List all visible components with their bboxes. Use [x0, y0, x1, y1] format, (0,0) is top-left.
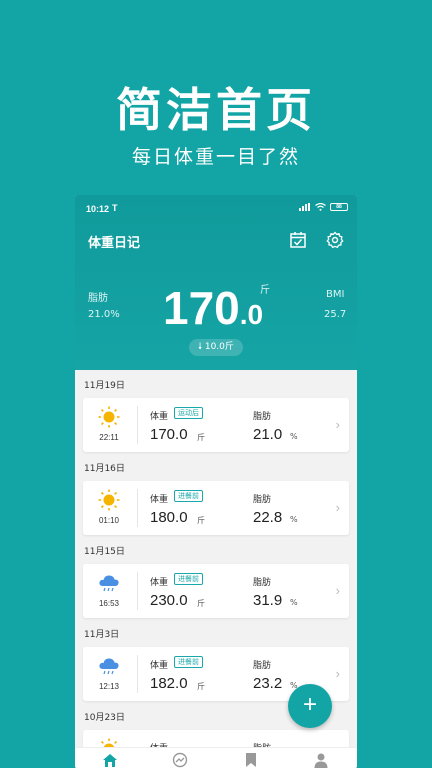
- status-time: 10:12: [86, 204, 110, 214]
- record-time: 01:10: [98, 516, 120, 525]
- date-label: 10月23日: [84, 713, 125, 723]
- app-title: 体重日记: [88, 236, 141, 251]
- record-weight: 170.0: [150, 426, 188, 443]
- record-fat-unit: %: [290, 432, 298, 441]
- wifi-icon: [315, 203, 326, 211]
- record-weight-unit: 斤: [197, 599, 205, 608]
- chevron-right-icon: ›: [335, 583, 340, 598]
- header-panel: 10:12 T 88 体重日记 脂肪 21.0% 170.0 斤 BMI 25.…: [75, 195, 357, 370]
- fat-label: 脂肪: [253, 661, 272, 671]
- status-icons: 88: [299, 203, 348, 211]
- record-card[interactable]: 22:11 体重 运动后 170.0 斤 脂肪 21.0 % ›: [83, 398, 349, 452]
- fat-label: 脂肪: [253, 412, 272, 422]
- record-fat: 31.9: [253, 592, 283, 609]
- record-weight: 180.0: [150, 509, 188, 526]
- record-time: 12:13: [98, 682, 120, 691]
- weight-label: 体重: [150, 412, 169, 422]
- carrier-icon: T: [112, 203, 118, 213]
- bookmark-icon[interactable]: [243, 752, 259, 768]
- chevron-right-icon: ›: [335, 500, 340, 515]
- weight-diff-badge: 🠗 10.0斤: [189, 339, 243, 356]
- record-card[interactable]: 01:10 体重 进餐前 180.0 斤 脂肪 22.8 % ›: [83, 481, 349, 535]
- record-tag: 进餐前: [174, 573, 203, 585]
- sun-icon: [98, 406, 120, 428]
- date-label: 11月3日: [84, 630, 120, 640]
- date-label: 11月19日: [84, 381, 125, 391]
- sun-icon: [98, 489, 120, 511]
- fat-value: 21.0%: [88, 309, 120, 320]
- calendar-check-icon[interactable]: [289, 231, 307, 249]
- weight-integer: 170: [163, 282, 240, 334]
- bmi-label: BMI: [326, 289, 345, 300]
- rain-cloud-icon: [99, 575, 119, 592]
- promo-title: 简洁首页: [116, 83, 316, 137]
- record-tag: 进餐前: [174, 490, 203, 502]
- record-weight-unit: 斤: [197, 516, 205, 525]
- fat-label: 脂肪: [253, 495, 272, 505]
- record-time: 16:53: [98, 599, 120, 608]
- record-weight-unit: 斤: [197, 682, 205, 691]
- divider: [137, 655, 138, 693]
- date-label: 11月16日: [84, 464, 125, 474]
- weight-label: 体重: [150, 578, 169, 588]
- arrow-down-icon: 🠗: [198, 342, 202, 352]
- record-fat: 22.8: [253, 509, 283, 526]
- add-record-button[interactable]: +: [288, 684, 332, 728]
- record-tag: 进餐前: [174, 656, 203, 668]
- trend-icon[interactable]: [172, 752, 188, 768]
- rain-cloud-icon: [99, 658, 119, 675]
- home-icon[interactable]: [102, 752, 118, 768]
- status-bar: 10:12 T 88: [75, 195, 357, 223]
- record-fat-unit: %: [290, 515, 298, 524]
- weight-label: 体重: [150, 495, 169, 505]
- fat-label: 脂肪: [88, 293, 108, 304]
- record-fat-unit: %: [290, 598, 298, 607]
- weight-label: 体重: [150, 661, 169, 671]
- record-card[interactable]: 16:53 体重 进餐前 230.0 斤 脂肪 31.9 % ›: [83, 564, 349, 618]
- phone-screen: 10:12 T 88 体重日记 脂肪 21.0% 170.0 斤 BMI 25.…: [75, 195, 357, 768]
- chevron-right-icon: ›: [335, 666, 340, 681]
- divider: [137, 489, 138, 527]
- weight-decimal: .0: [239, 299, 264, 330]
- weight-summary: 脂肪 21.0% 170.0 斤 BMI 25.7: [75, 275, 357, 335]
- divider: [137, 406, 138, 444]
- weight-unit: 斤: [260, 285, 270, 296]
- record-fat: 23.2: [253, 675, 283, 692]
- chevron-right-icon: ›: [335, 417, 340, 432]
- fat-label: 脂肪: [253, 578, 272, 588]
- record-tag: 运动后: [174, 407, 203, 419]
- promo-subtitle: 每日体重一目了然: [131, 146, 300, 168]
- current-weight: 170.0: [163, 281, 263, 335]
- signal-icon: [299, 203, 310, 211]
- weight-diff-value: 10.0斤: [204, 342, 234, 352]
- date-label: 11月15日: [84, 547, 125, 557]
- bmi-value: 25.7: [324, 309, 347, 320]
- record-fat: 21.0: [253, 426, 283, 443]
- record-weight: 230.0: [150, 592, 188, 609]
- record-time: 22:11: [99, 433, 119, 442]
- profile-icon[interactable]: [313, 752, 329, 768]
- record-weight-unit: 斤: [197, 433, 205, 442]
- battery-icon: 88: [330, 203, 348, 211]
- divider: [137, 572, 138, 610]
- record-weight: 182.0: [150, 675, 188, 692]
- bottom-tab-bar: [75, 747, 357, 768]
- gear-icon[interactable]: [326, 231, 344, 249]
